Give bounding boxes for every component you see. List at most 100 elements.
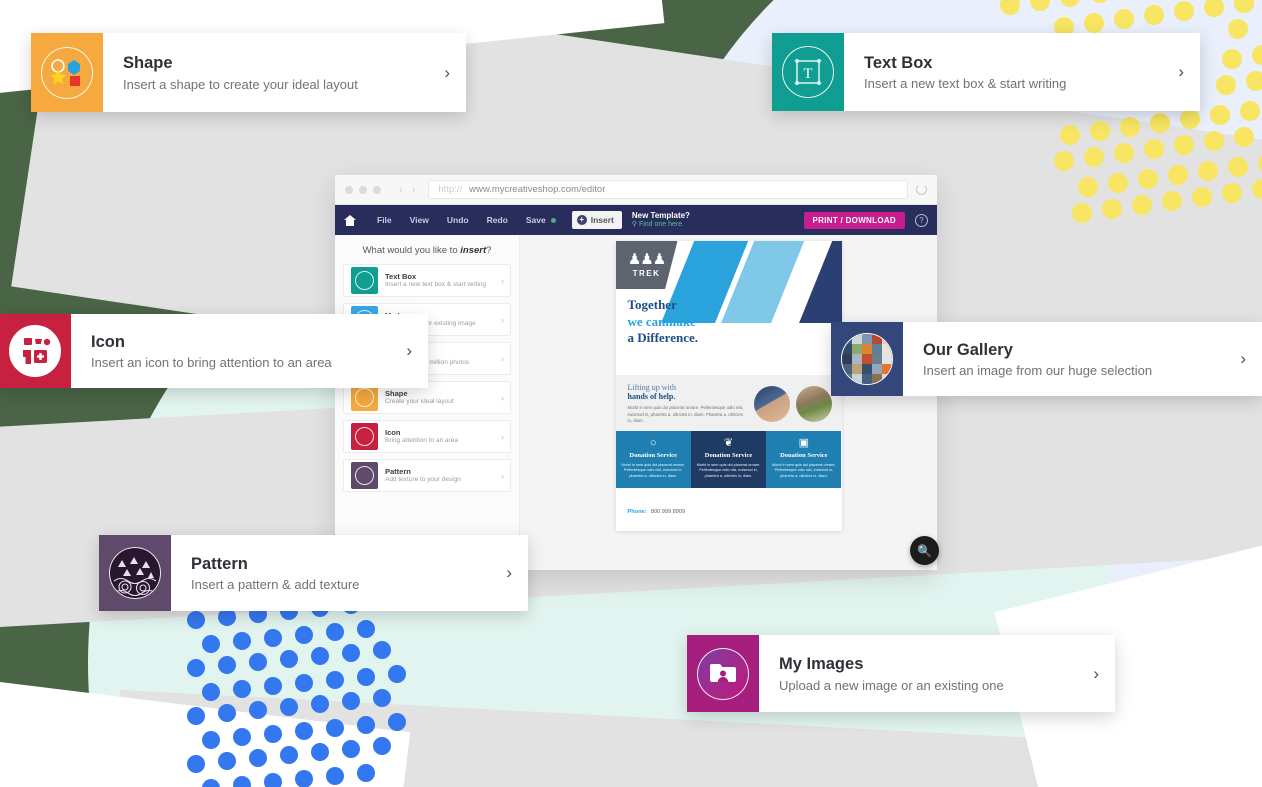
chevron-right-icon[interactable]: › (501, 393, 504, 403)
gallery-thumb (882, 364, 892, 374)
editor-body: What would you like to insert? Text Box I… (335, 235, 937, 570)
gallery-thumb (862, 334, 872, 344)
chevron-right-icon[interactable]: › (434, 63, 450, 83)
traffic-light-dot[interactable] (373, 185, 381, 194)
blue-dot (342, 644, 360, 662)
reload-icon[interactable] (916, 184, 927, 195)
chevron-right-icon[interactable]: › (1083, 664, 1099, 684)
gallery-thumb (882, 344, 892, 354)
blue-dot (311, 743, 329, 761)
blue-dot (264, 677, 282, 695)
card-my-images[interactable]: My Images Upload a new image or an exist… (687, 635, 1115, 712)
card-pattern-text: Pattern Insert a pattern & add texture (191, 554, 496, 593)
side-panel-item-icon (351, 423, 378, 450)
chevron-right-icon[interactable]: › (501, 432, 504, 442)
flyer-contact-list: Phone: 800 999 8909Email: info@donation.… (628, 497, 769, 531)
card-text-box-title: Text Box (864, 53, 933, 72)
menu-item-save[interactable]: Save (517, 215, 555, 225)
flyer-services-row: ○ Donation Service Morbi in sem quis dui p… (615, 430, 842, 488)
help-icon[interactable]: ? (915, 213, 928, 227)
search-icon: ⚲ (631, 220, 637, 228)
card-text-box[interactable]: T Text Box Insert a new text box & start… (772, 33, 1200, 111)
insert-button[interactable]: + Insert (571, 211, 622, 229)
chevron-right-icon[interactable]: › (501, 471, 504, 481)
flyer-contact-line: Email: info@donation.com (628, 520, 769, 531)
flyer-contact-line: Phone: 800 999 8909 (628, 497, 769, 520)
blue-dot (311, 647, 329, 665)
nav-arrows-icon[interactable]: ‹ › (399, 184, 418, 196)
home-icon[interactable] (344, 214, 356, 226)
photo-grid-tiles (842, 334, 892, 384)
side-panel-item-text-box[interactable]: Text Box Insert a new text box & start wr… (343, 264, 511, 297)
menu-item-file[interactable]: File (368, 215, 401, 225)
gallery-thumb (842, 374, 852, 384)
gallery-thumb (882, 334, 892, 344)
chevron-right-icon[interactable]: › (1168, 62, 1184, 82)
pattern-icon (109, 547, 161, 599)
menu-item-view[interactable]: View (401, 215, 438, 225)
gallery-thumb (852, 354, 862, 364)
blue-dot (357, 764, 375, 782)
chevron-right-icon[interactable]: › (501, 315, 504, 325)
icon-set-icon-svg: f (14, 330, 56, 372)
svg-text:T: T (803, 66, 812, 82)
chevron-right-icon[interactable]: › (396, 341, 412, 361)
flyer-service-column: ❦ Donation Service Morbi in sem quis dui p… (690, 430, 767, 488)
card-our-gallery[interactable]: Our Gallery Insert an image from our hug… (831, 322, 1262, 396)
blue-dot (326, 623, 344, 641)
blue-dot (295, 770, 313, 787)
chevron-right-icon[interactable]: › (1230, 349, 1246, 369)
side-panel-item-title: Shape (385, 388, 408, 398)
traffic-light-dots (345, 185, 381, 194)
card-pattern[interactable]: Pattern Insert a pattern & add texture › (99, 535, 528, 611)
side-panel-item-text: Icon Bring attention to an area (385, 428, 501, 446)
menu-item-undo[interactable]: Undo (438, 215, 478, 225)
yellow-dot (1060, 125, 1080, 145)
card-shape[interactable]: Shape Insert a shape to create your idea… (31, 33, 466, 112)
side-panel-item-icon (351, 267, 378, 294)
canvas-zoom-button[interactable]: 🔍 (910, 536, 939, 565)
yellow-dot (1084, 147, 1104, 167)
folder-user-icon (697, 647, 749, 700)
blue-dot (249, 653, 267, 671)
traffic-light-dot[interactable] (345, 185, 353, 194)
side-panel-item-subtitle: Insert a new text box & start writing (385, 281, 487, 289)
yellow-dot (1240, 101, 1260, 121)
yellow-dot (1174, 1, 1194, 21)
blue-dot (311, 695, 329, 713)
flyer-photo-handshake (753, 385, 790, 422)
chevron-right-icon[interactable]: › (496, 563, 512, 583)
side-panel-item-title: Icon (385, 427, 401, 437)
flyer-contact-value: 800 999 8909 (650, 508, 686, 515)
new-template-link[interactable]: ⚲ Find one here (632, 221, 690, 230)
flyer-service-column: ○ Donation Service Morbi in sem quis dui p… (615, 430, 691, 488)
card-icon[interactable]: f Icon Insert an icon to bring attention… (0, 314, 428, 388)
blue-dot (233, 632, 251, 650)
blue-dot (295, 674, 313, 692)
chevron-right-icon[interactable]: › (501, 276, 504, 286)
folder-user-icon-svg (710, 663, 736, 682)
card-text-box-icon-box: T (772, 33, 844, 111)
blue-dot (264, 629, 282, 647)
blue-dot (218, 704, 236, 722)
yellow-dot (1198, 161, 1218, 181)
menu-item-redo[interactable]: Redo (478, 215, 517, 225)
print-download-button[interactable]: PRINT / DOWNLOAD (803, 211, 905, 229)
card-icon-icon-box: f (0, 314, 71, 388)
blue-dot (342, 740, 360, 758)
new-template-block[interactable]: New Template? ⚲ Find one here (632, 211, 690, 230)
card-pattern-body: Pattern Insert a pattern & add texture › (171, 535, 528, 611)
flyer-design[interactable]: ♟♟♟ TREK Together we canmake a Differenc… (615, 241, 842, 531)
photo-grid-icon (841, 333, 893, 385)
traffic-light-dot[interactable] (359, 185, 367, 194)
side-panel-item-pattern[interactable]: Pattern Add texture to your design › (343, 459, 511, 492)
side-panel-item-title: Text Box (385, 271, 417, 281)
chevron-right-icon[interactable]: › (501, 354, 504, 364)
card-text-box-body: Text Box Insert a new text box & start w… (844, 33, 1200, 111)
editor-canvas[interactable]: ♟♟♟ TREK Together we canmake a Differenc… (520, 235, 937, 570)
gallery-thumb (842, 354, 852, 364)
card-our-gallery-title: Our Gallery (923, 340, 1013, 359)
side-panel-item-icon[interactable]: Icon Bring attention to an area › (343, 420, 511, 453)
url-bar[interactable]: http:// www.mycreativeshop.com/editor (428, 180, 908, 199)
blue-dot (342, 692, 360, 710)
